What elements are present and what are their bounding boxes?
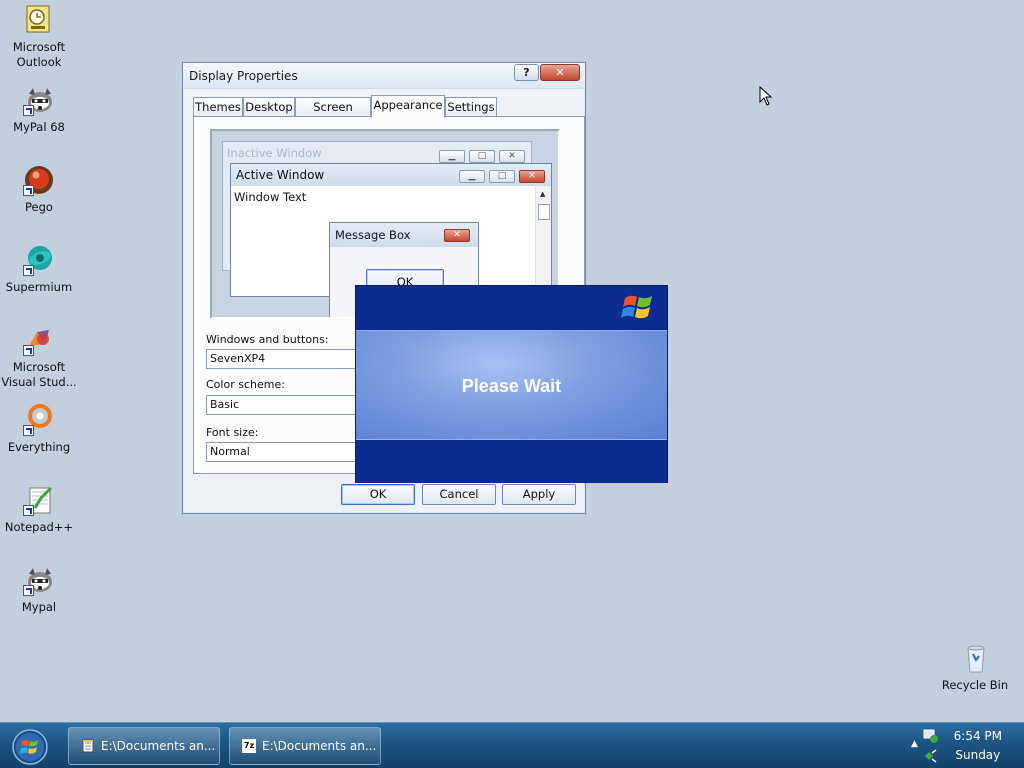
mypal-icon (23, 84, 55, 116)
maximize-icon: □ (489, 170, 515, 183)
safely-remove-icon[interactable] (923, 748, 939, 764)
please-wait-text: Please Wait (461, 376, 562, 396)
minimize-icon: ▁ (439, 150, 465, 163)
window-titlebar[interactable]: Display Properties ? ✕ (183, 63, 585, 89)
desktop-icon-label: Outlook (16, 55, 62, 69)
show-hidden-icons-icon[interactable]: ▲ (911, 739, 918, 749)
shortcut-arrow-icon (23, 185, 34, 196)
desktop-icon-pego[interactable]: Pego (0, 164, 78, 215)
desktop-icon-recycle-bin[interactable]: Recycle Bin (936, 642, 1014, 693)
system-tray: ▲ 6:54 PM Sunday (909, 723, 1024, 768)
desktop-icon-mypal68[interactable]: MyPal 68 (0, 84, 78, 135)
clock-time: 6:54 PM (953, 729, 1002, 743)
supermium-icon (23, 244, 55, 276)
desktop-icon-label: Microsoft (12, 40, 66, 54)
shortcut-arrow-icon (23, 265, 34, 276)
color-scheme-select[interactable]: Basic (206, 395, 366, 415)
desktop-icon-label: Notepad++ (4, 520, 74, 534)
desktop-icon-notepadpp[interactable]: Notepad++ (0, 484, 78, 535)
taskbar-button-label: E:\Documents an... (262, 739, 377, 753)
visual-studio-icon (23, 324, 55, 356)
7zip-icon: 7z (242, 739, 256, 753)
help-button[interactable]: ? (514, 64, 539, 81)
tab-settings[interactable]: Settings (445, 97, 497, 117)
clock-day: Sunday (955, 748, 1001, 762)
tab-screen-saver[interactable]: Screen Saver (295, 97, 371, 132)
tab-themes[interactable]: Themes (193, 97, 243, 117)
apply-button[interactable]: Apply (502, 484, 576, 505)
color-scheme-label: Color scheme: (206, 378, 285, 391)
desktop-icon-mypal[interactable]: Mypal (0, 564, 78, 615)
recycle-bin-icon (959, 642, 991, 674)
clock[interactable]: 6:54 PM Sunday (954, 727, 1002, 765)
desktop-icon-label: Supermium (5, 280, 73, 294)
font-size-select[interactable]: Normal (206, 442, 366, 462)
desktop-icon-label: Everything (7, 440, 71, 454)
desktop-icon-label: Mypal (21, 600, 57, 614)
preview-scrollbar: ▲ (535, 186, 551, 296)
shortcut-arrow-icon (23, 345, 34, 356)
preview-active-title: Active Window (236, 168, 325, 182)
preview-active-window: Active Window ▁ □ ✕ Window Text ▲ Message … (230, 163, 552, 317)
close-icon: ✕ (444, 229, 470, 242)
mypal-icon (23, 564, 55, 596)
windows-logo-icon (621, 295, 652, 319)
desktop-icon-outlook[interactable]: Microsoft Outlook (0, 4, 78, 70)
shortcut-arrow-icon (23, 105, 34, 116)
close-button[interactable]: ✕ (540, 64, 580, 81)
cancel-button[interactable]: Cancel (422, 484, 496, 505)
desktop-icon-label: Recycle Bin (941, 678, 1009, 692)
window-title: Display Properties (189, 69, 298, 83)
network-icon[interactable] (923, 728, 939, 744)
taskbar-button-label: E:\Documents an... (101, 739, 216, 753)
desktop-icon-label: MyPal 68 (13, 120, 65, 134)
windows-and-buttons-select[interactable]: SevenXP4 (206, 349, 366, 369)
desktop-icon-supermium[interactable]: Supermium (0, 244, 78, 295)
notepad-icon (82, 739, 94, 753)
shortcut-arrow-icon (23, 505, 34, 516)
shortcut-arrow-icon (23, 585, 34, 596)
tab-bar: Themes Desktop Screen Saver Appearance S… (193, 95, 573, 132)
pego-icon (23, 164, 55, 196)
start-button[interactable] (8, 727, 52, 767)
please-wait-splash: Please Wait (355, 285, 668, 483)
taskbar-button-7zip[interactable]: 7z E:\Documents an... (229, 727, 381, 765)
desktop-icon-everything[interactable]: Everything (0, 404, 78, 455)
font-size-label: Font size: (206, 426, 259, 439)
desktop-icon-label: Microsoft (12, 360, 66, 374)
tab-appearance[interactable]: Appearance (371, 95, 445, 118)
desktop-icon-label: Visual Stud... (1, 375, 77, 389)
close-icon: ✕ (499, 150, 525, 163)
everything-icon (23, 404, 55, 436)
close-icon: ✕ (519, 170, 545, 183)
outlook-icon (23, 4, 55, 36)
desktop-icon-visual-studio[interactable]: Microsoft Visual Stud... (0, 324, 78, 390)
shortcut-arrow-icon (23, 425, 34, 436)
windows-and-buttons-label: Windows and buttons: (206, 333, 329, 346)
preview-message-box-title: Message Box (335, 228, 411, 242)
preview-inactive-title: Inactive Window (227, 146, 322, 160)
notepadpp-icon (23, 484, 55, 516)
minimize-icon: ▁ (459, 170, 485, 183)
maximize-icon: □ (469, 150, 495, 163)
taskbar: E:\Documents an... 7z E:\Documents an...… (0, 722, 1024, 768)
desktop-icon-label: Pego (25, 200, 53, 214)
preview-window-text: Window Text (234, 190, 307, 204)
tab-desktop[interactable]: Desktop (243, 97, 295, 117)
scroll-up-icon: ▲ (540, 190, 546, 198)
mouse-cursor-icon (759, 86, 773, 106)
ok-button[interactable]: OK (341, 484, 415, 505)
taskbar-button-notepad[interactable]: E:\Documents an... (68, 727, 220, 765)
